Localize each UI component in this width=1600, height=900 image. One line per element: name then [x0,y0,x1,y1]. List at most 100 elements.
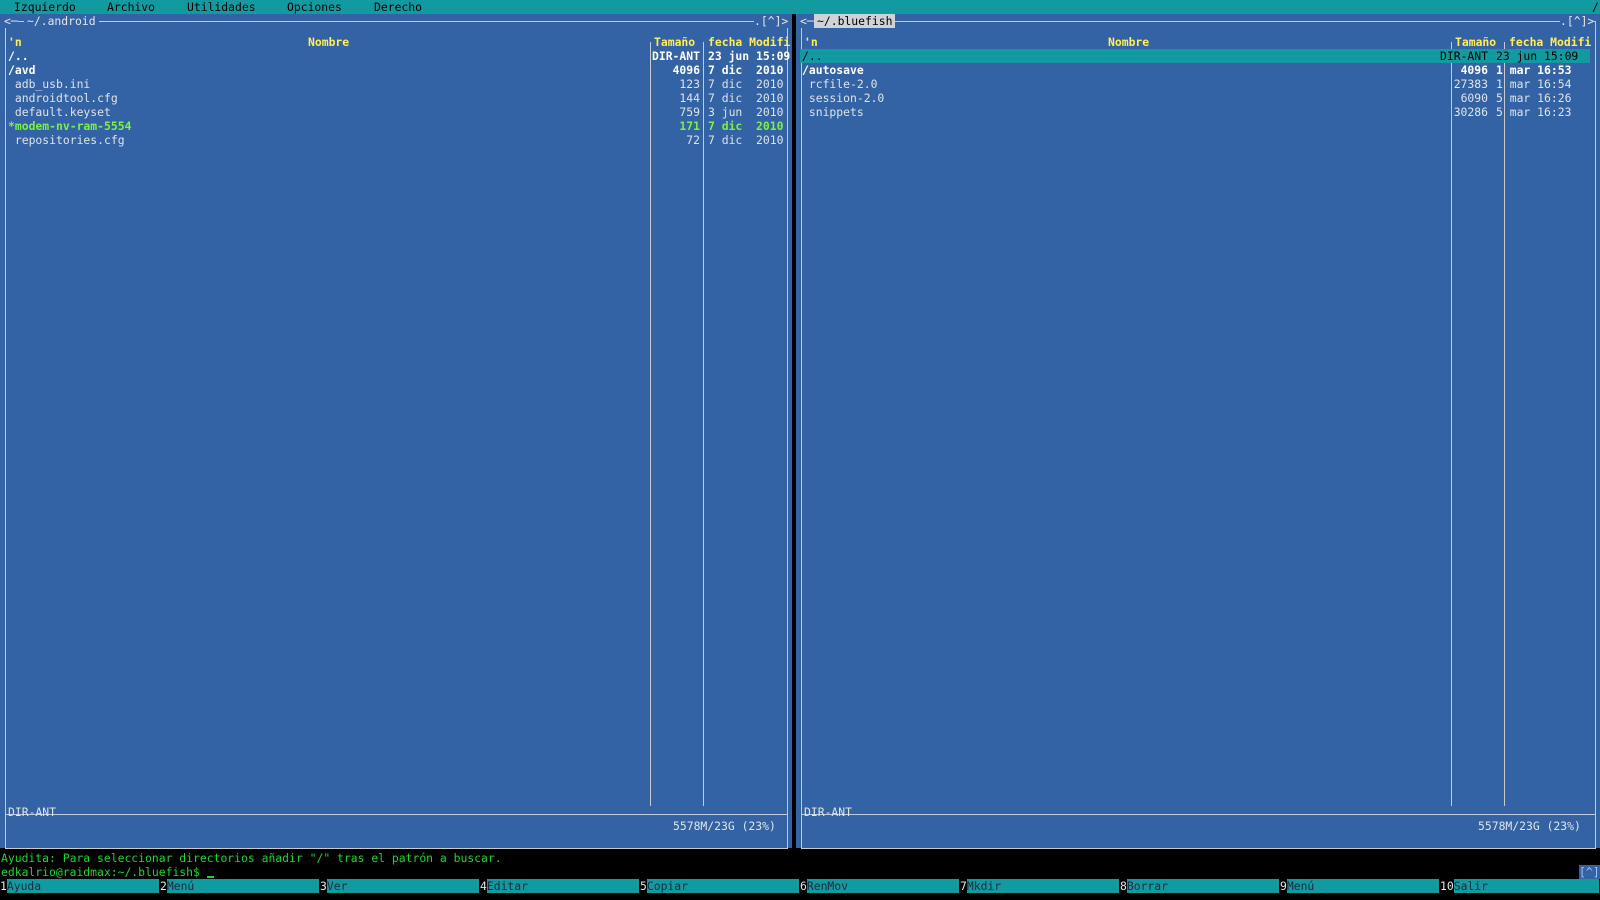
left-panel-path[interactable]: ~/.android [24,14,99,28]
right-panel-controls[interactable]: .[^]> [1560,14,1595,28]
file-modified-date: 23 jun 15:09 [1496,49,1579,63]
file-size: 4096 [672,63,700,77]
menubar-corner: / [1592,0,1599,14]
fkey-number: 4 [480,879,487,893]
menu-derecho[interactable]: Derecho [374,0,422,14]
file-modified-date: 7 dic 2010 [708,133,784,147]
left-file-panel[interactable]: <─ ~/.android .[^]> 'n Nombre Tamaño fec… [0,14,792,849]
file-name: *modem-nv-ram-5554 [8,119,132,133]
fkey-number: 8 [1120,879,1127,893]
file-name: rcfile-2.0 [802,77,878,91]
left-header-date[interactable]: fecha Modifi [708,35,790,49]
menu-archivo[interactable]: Archivo [107,0,155,14]
left-size-column-divider [650,42,651,806]
file-size: 27383 [1453,77,1488,91]
fkey-10[interactable]: 10Salir [1440,879,1599,893]
directory-row[interactable]: /.. DIR-ANT 23 jun 15:09 [6,49,790,63]
right-date-column-divider [1504,42,1505,806]
file-row[interactable]: rcfile-2.0 27383 1 mar 16:54 [800,77,1590,91]
fkey-8[interactable]: 8Borrar [1120,879,1279,893]
text-cursor [206,876,214,878]
file-size: 30286 [1453,105,1488,119]
shell-prompt-line[interactable]: edkalrio@raidmax:~/.bluefish$ [1,865,214,879]
menu-bar: Izquierdo Archivo Utilidades Opciones De… [0,0,1600,14]
menu-opciones[interactable]: Opciones [287,0,342,14]
fkey-1[interactable]: 1Ayuda [0,879,159,893]
fkey-number: 10 [1440,879,1454,893]
file-size: 171 [679,119,700,133]
file-row[interactable]: adb_usb.ini 123 7 dic 2010 [6,77,786,91]
fkey-6[interactable]: 6RenMov [800,879,959,893]
left-status-line: DIR-ANT [8,805,57,819]
fkey-3[interactable]: 3Ver [320,879,479,893]
left-header-name[interactable]: Nombre [308,35,349,49]
fkey-number: 7 [960,879,967,893]
file-row[interactable]: repositories.cfg 72 7 dic 2010 [6,133,786,147]
right-panel-path[interactable]: ~/.bluefish [814,14,896,28]
help-hint: Ayudita: Para seleccionar directorios añ… [1,851,502,865]
fkey-9[interactable]: 9Menú [1280,879,1439,893]
fkey-label: Editar [486,879,639,893]
right-header-date[interactable]: fecha Modifi [1509,35,1591,49]
file-row[interactable]: *modem-nv-ram-5554 171 7 dic 2010 [6,119,786,133]
fkey-label: RenMov [806,879,959,893]
fkey-2[interactable]: 2Menú [160,879,319,893]
directory-row[interactable]: /.. DIR-ANT 23 jun 15:09 [800,49,1590,63]
file-name: /.. [8,49,29,63]
fkey-number: 2 [160,879,167,893]
right-header-name[interactable]: Nombre [1108,35,1149,49]
right-header-size[interactable]: Tamaño [1455,35,1496,49]
fkey-label: Ayuda [6,879,159,893]
fkey-number: 6 [800,879,807,893]
right-disk-usage: 5578M/23G (23%) [1475,819,1584,833]
file-row[interactable]: default.keyset 759 3 jun 2010 [6,105,786,119]
fkey-label: Mkdir [966,879,1119,893]
function-key-bar: 1Ayuda 2Menú 3Ver 4Editar 5Copiar 6RenMov 7Mkd… [0,879,1600,900]
fkey-number: 1 [0,879,7,893]
file-name: /.. [802,49,823,63]
fkey-label: Menú [1286,879,1439,893]
left-sort-indicator[interactable]: 'n [8,35,22,49]
left-date-column-divider [703,42,704,806]
file-modified-date: 5 mar 16:26 [1496,91,1572,105]
fkey-label: Borrar [1126,879,1279,893]
file-size: DIR-ANT [651,49,700,63]
directory-row[interactable]: /avd 4096 7 dic 2010 [6,63,786,77]
file-size: 144 [679,91,700,105]
file-modified-date: 3 jun 2010 [708,105,784,119]
fkey-number: 5 [640,879,647,893]
file-modified-date: 7 dic 2010 [708,119,784,133]
file-name: /avd [8,63,36,77]
menu-izquierdo[interactable]: Izquierdo [14,0,76,14]
menu-utilidades[interactable]: Utilidades [187,0,256,14]
directory-row[interactable]: /autosave 4096 1 mar 16:53 [800,63,1590,77]
left-header-size[interactable]: Tamaño [654,35,695,49]
left-panel-controls[interactable]: .[^]> [754,14,789,28]
shell-prompt: edkalrio@raidmax:~/.bluefish$ [1,865,200,879]
right-history-button[interactable]: <─ [800,14,814,28]
file-name: adb_usb.ini [8,77,91,91]
right-file-panel[interactable]: <─ ~/.bluefish .[^]> 'n Nombre Tamaño fe… [796,14,1600,849]
fkey-4[interactable]: 4Editar [480,879,639,893]
fkey-label: Copiar [646,879,799,893]
terminal-toggle[interactable]: [^] [1579,865,1600,879]
fkey-number: 9 [1280,879,1287,893]
fkey-label: Salir [1453,879,1599,893]
fkey-number: 3 [320,879,327,893]
fkey-label: Ver [326,879,479,893]
right-panel-status-separator [801,814,1596,815]
file-size: DIR-ANT [1439,49,1488,63]
file-name: default.keyset [8,105,111,119]
fkey-5[interactable]: 5Copiar [640,879,799,893]
file-row[interactable]: snippets 30286 5 mar 16:23 [800,105,1590,119]
file-name: androidtool.cfg [8,91,118,105]
left-history-button[interactable]: <─ [4,14,18,28]
file-row[interactable]: androidtool.cfg 144 7 dic 2010 [6,91,786,105]
file-row[interactable]: session-2.0 6090 5 mar 16:26 [800,91,1590,105]
file-modified-date: 23 jun 15:09 [708,49,791,63]
fkey-label: Menú [166,879,319,893]
file-modified-date: 1 mar 16:53 [1496,63,1572,77]
file-size: 72 [686,133,700,147]
right-sort-indicator[interactable]: 'n [804,35,818,49]
fkey-7[interactable]: 7Mkdir [960,879,1119,893]
